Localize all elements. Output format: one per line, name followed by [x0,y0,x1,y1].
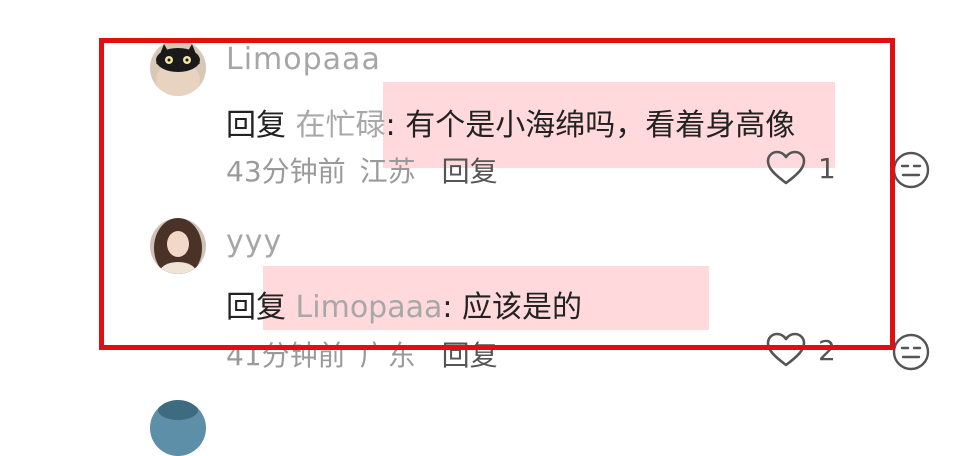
avatar-image [150,400,206,456]
annotation-box [99,38,895,350]
expressionless-face-icon[interactable] [892,151,930,189]
avatar[interactable] [150,400,206,456]
expressionless-face-icon[interactable] [892,333,930,371]
